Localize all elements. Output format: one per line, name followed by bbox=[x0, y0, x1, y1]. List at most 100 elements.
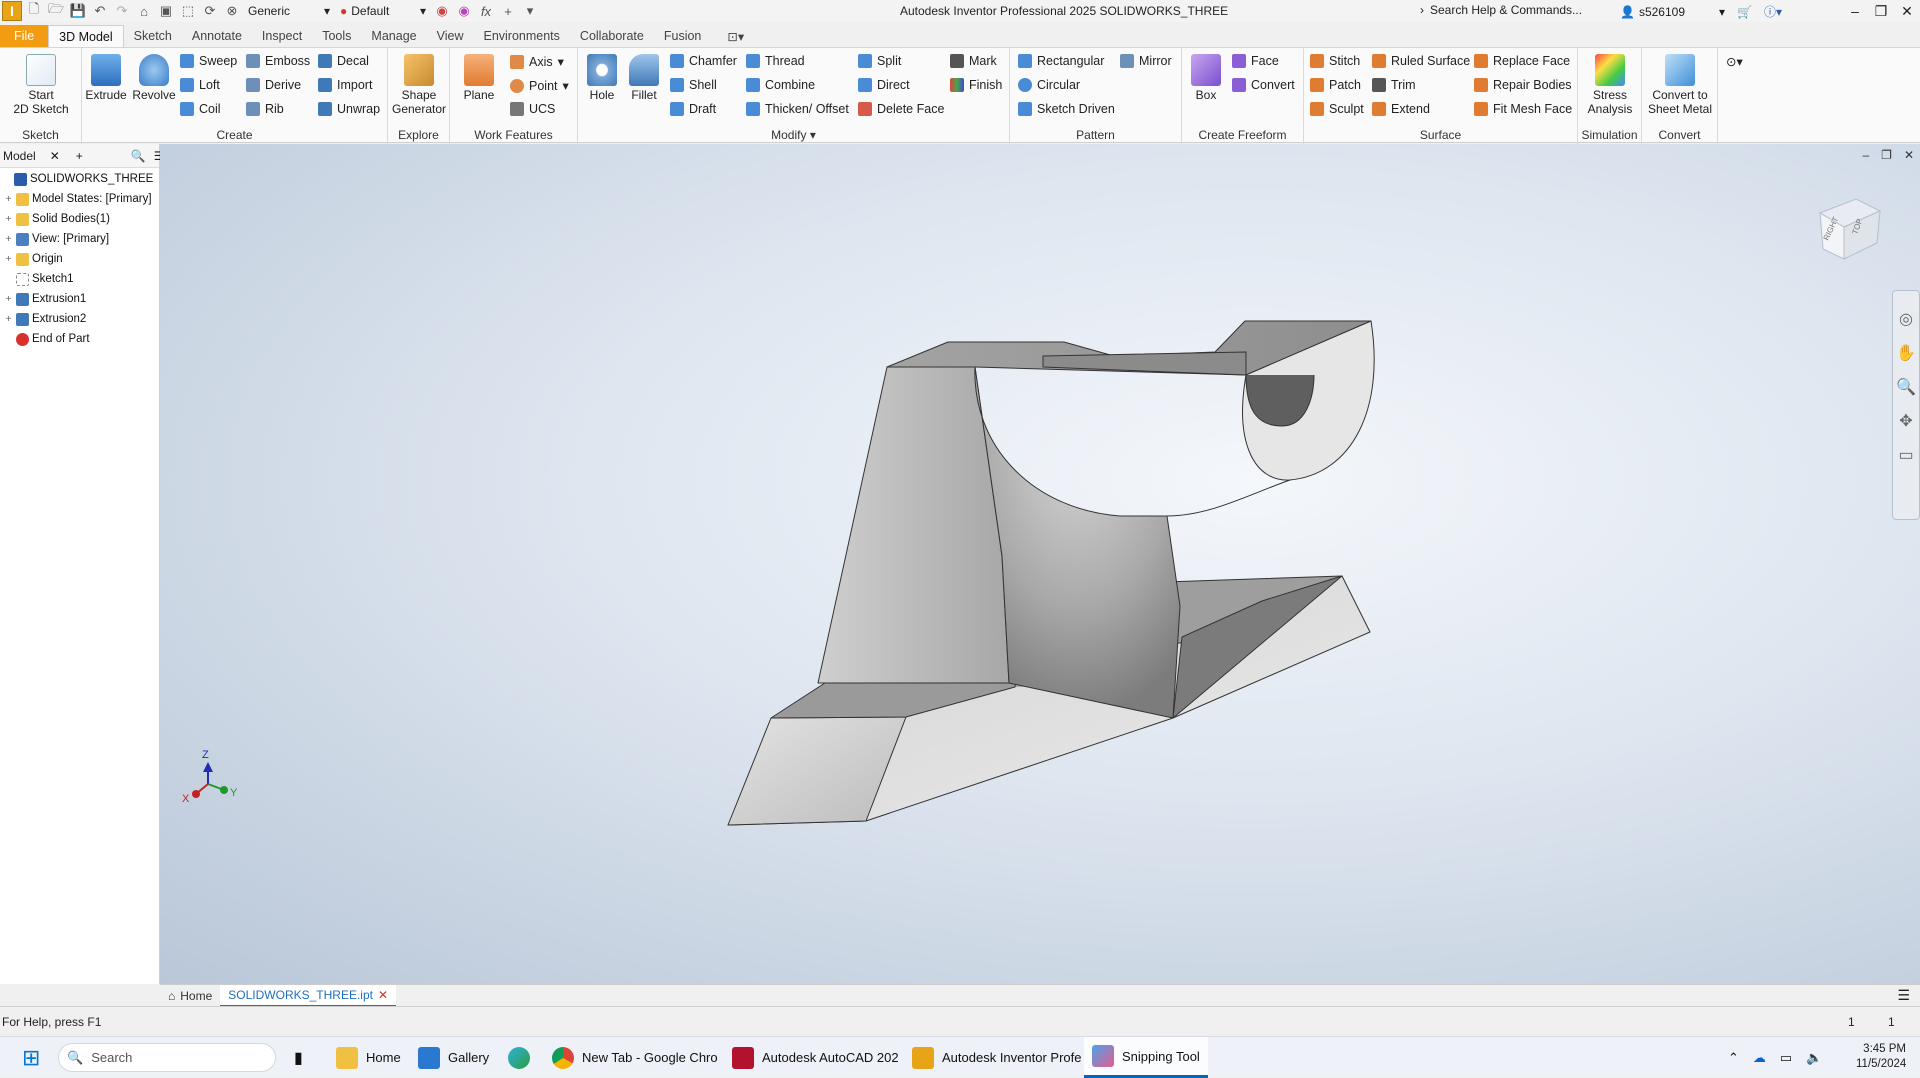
finish-button[interactable]: Finish bbox=[950, 78, 1002, 92]
browser-node[interactable]: End of Part bbox=[4, 330, 90, 348]
restore-icon[interactable]: ❐ bbox=[1881, 148, 1892, 162]
expand-toggle-icon[interactable]: + bbox=[4, 214, 13, 224]
close-icon[interactable]: ✕ bbox=[1894, 0, 1920, 22]
update-icon[interactable]: ⟳ bbox=[200, 2, 220, 20]
ribbon-options-icon[interactable]: ⊡▾ bbox=[717, 25, 754, 47]
browser-node[interactable]: + Model States: [Primary] bbox=[4, 190, 152, 208]
ruled-surface-button[interactable]: Ruled Surface bbox=[1372, 54, 1470, 68]
convert-to-sheet-metal-button[interactable]: Convert to Sheet Metal bbox=[1646, 54, 1714, 116]
tabs-menu-icon[interactable]: ☰ bbox=[1897, 987, 1910, 1004]
tab-collaborate[interactable]: Collaborate bbox=[570, 25, 654, 47]
mark-button[interactable]: Mark bbox=[950, 54, 997, 68]
browser-node[interactable]: + Origin bbox=[4, 250, 63, 268]
sweep-button[interactable]: Sweep bbox=[180, 54, 237, 68]
zoom-icon[interactable]: 🔍 bbox=[1896, 377, 1916, 397]
display-icon[interactable]: ▭ bbox=[1780, 1050, 1792, 1066]
graphics-viewport[interactable]: RIGHT TOP Z X Y – ❐ ✕ ◎ ✋ 🔍 ✥ ▭ bbox=[160, 144, 1920, 984]
cart-icon[interactable]: 🛒 bbox=[1737, 5, 1752, 19]
browser-node[interactable]: + View: [Primary] bbox=[4, 230, 109, 248]
mirror-button[interactable]: Mirror bbox=[1120, 54, 1172, 68]
derive-button[interactable]: Derive bbox=[246, 78, 301, 92]
tab-environments[interactable]: Environments bbox=[473, 25, 569, 47]
taskbar-item-snipping-tool[interactable]: Snipping Tool bbox=[1084, 1037, 1208, 1078]
new-file-icon[interactable]: 🗋 bbox=[24, 1, 44, 20]
home-icon[interactable]: ⌂ bbox=[134, 2, 154, 20]
expand-toggle-icon[interactable]: + bbox=[4, 234, 13, 244]
expand-toggle-icon[interactable]: + bbox=[4, 194, 13, 204]
hole-button[interactable]: Hole bbox=[582, 54, 622, 102]
clipboard-icon[interactable]: ▣ bbox=[156, 2, 176, 20]
expand-toggle-icon[interactable] bbox=[2, 175, 11, 184]
search-icon[interactable]: 🔍 bbox=[131, 149, 146, 163]
view-cube[interactable]: RIGHT TOP bbox=[1818, 198, 1882, 260]
close-icon[interactable]: ✕ bbox=[378, 988, 388, 1002]
save-icon[interactable]: 💾 bbox=[68, 2, 88, 20]
loft-button[interactable]: Loft bbox=[180, 78, 220, 92]
tab-3d-model[interactable]: 3D Model bbox=[48, 25, 124, 47]
tab-inspect[interactable]: Inspect bbox=[252, 25, 312, 47]
circular-pattern-button[interactable]: Circular bbox=[1018, 78, 1080, 92]
open-file-icon[interactable]: 🗁 bbox=[46, 1, 66, 20]
coil-button[interactable]: Coil bbox=[180, 102, 221, 116]
look-at-icon[interactable]: ▭ bbox=[1898, 445, 1913, 465]
adjust-icon[interactable]: ◉ bbox=[432, 2, 452, 20]
combine-button[interactable]: Combine bbox=[746, 78, 815, 92]
expand-toggle-icon[interactable] bbox=[4, 275, 13, 284]
minimize-icon[interactable]: – bbox=[1842, 0, 1868, 22]
undo-icon[interactable]: ↶ bbox=[90, 2, 110, 20]
import-button[interactable]: Import bbox=[318, 78, 372, 92]
tab-tools[interactable]: Tools bbox=[312, 25, 361, 47]
plane-button[interactable]: Plane bbox=[454, 54, 504, 102]
expand-toggle-icon[interactable] bbox=[4, 335, 13, 344]
tab-sketch[interactable]: Sketch bbox=[124, 25, 182, 47]
extend-button[interactable]: Extend bbox=[1372, 102, 1430, 116]
rectangular-pattern-button[interactable]: Rectangular bbox=[1018, 54, 1104, 68]
chamfer-button[interactable]: Chamfer bbox=[670, 54, 737, 68]
thicken-offset-button[interactable]: Thicken/ Offset bbox=[746, 102, 849, 116]
shape-generator-button[interactable]: Shape Generator bbox=[390, 54, 448, 116]
axis-button[interactable]: Axis ▾ bbox=[510, 54, 564, 69]
emboss-button[interactable]: Emboss bbox=[246, 54, 310, 68]
customize-icon[interactable]: ▾ bbox=[520, 2, 540, 20]
select-icon[interactable]: ⬚ bbox=[178, 2, 198, 20]
taskbar-item-inventor[interactable]: Autodesk Inventor Profe bbox=[904, 1037, 1089, 1078]
clear-override-icon[interactable]: ◉ bbox=[454, 2, 474, 20]
freeform-convert-button[interactable]: Convert bbox=[1232, 78, 1295, 92]
fillet-button[interactable]: Fillet bbox=[624, 54, 664, 102]
inventor-app-icon[interactable]: I bbox=[2, 1, 22, 21]
task-view-button[interactable]: ▮ bbox=[286, 1037, 311, 1078]
browser-node[interactable]: + Solid Bodies(1) bbox=[4, 210, 110, 228]
delete-face-button[interactable]: Delete Face bbox=[858, 102, 944, 116]
help-icon[interactable]: ⓘ▾ bbox=[1764, 3, 1782, 20]
taskbar-item-chrome[interactable]: New Tab - Google Chro bbox=[544, 1037, 726, 1078]
browser-node[interactable]: + Extrusion2 bbox=[4, 310, 86, 328]
tab-view[interactable]: View bbox=[427, 25, 474, 47]
help-search[interactable]: › Search Help & Commands... bbox=[1420, 3, 1582, 17]
tab-fusion[interactable]: Fusion bbox=[654, 25, 712, 47]
unwrap-button[interactable]: Unwrap bbox=[318, 102, 380, 116]
expand-toggle-icon[interactable]: + bbox=[4, 294, 13, 304]
tab-file[interactable]: File bbox=[0, 25, 49, 47]
revolve-button[interactable]: Revolve bbox=[130, 54, 178, 102]
material-icon[interactable]: ⊗ bbox=[222, 2, 242, 20]
onedrive-icon[interactable]: ☁ bbox=[1753, 1050, 1766, 1066]
shell-button[interactable]: Shell bbox=[670, 78, 717, 92]
taskbar-item-gallery[interactable]: Gallery bbox=[410, 1037, 497, 1078]
repair-bodies-button[interactable]: Repair Bodies bbox=[1474, 78, 1572, 92]
restore-icon[interactable]: ❐ bbox=[1868, 0, 1894, 22]
start-button[interactable]: ⊞ bbox=[14, 1037, 48, 1078]
home-tab[interactable]: ⌂ Home bbox=[160, 985, 220, 1007]
minimize-icon[interactable]: – bbox=[1862, 148, 1869, 162]
volume-icon[interactable]: 🔈 bbox=[1806, 1050, 1822, 1066]
stitch-button[interactable]: Stitch bbox=[1310, 54, 1360, 68]
part-model[interactable] bbox=[727, 320, 1375, 826]
browser-node[interactable]: + Extrusion1 bbox=[4, 290, 86, 308]
browser-tab-model[interactable]: Model bbox=[3, 149, 36, 163]
expand-toggle-icon[interactable]: + bbox=[4, 254, 13, 264]
ucs-button[interactable]: UCS bbox=[510, 102, 555, 116]
stress-analysis-button[interactable]: Stress Analysis bbox=[1580, 54, 1640, 116]
decal-button[interactable]: Decal bbox=[318, 54, 369, 68]
ribbon-customize-icon[interactable]: ⊙▾ bbox=[1726, 54, 1743, 69]
rib-button[interactable]: Rib bbox=[246, 102, 284, 116]
patch-button[interactable]: Patch bbox=[1310, 78, 1361, 92]
